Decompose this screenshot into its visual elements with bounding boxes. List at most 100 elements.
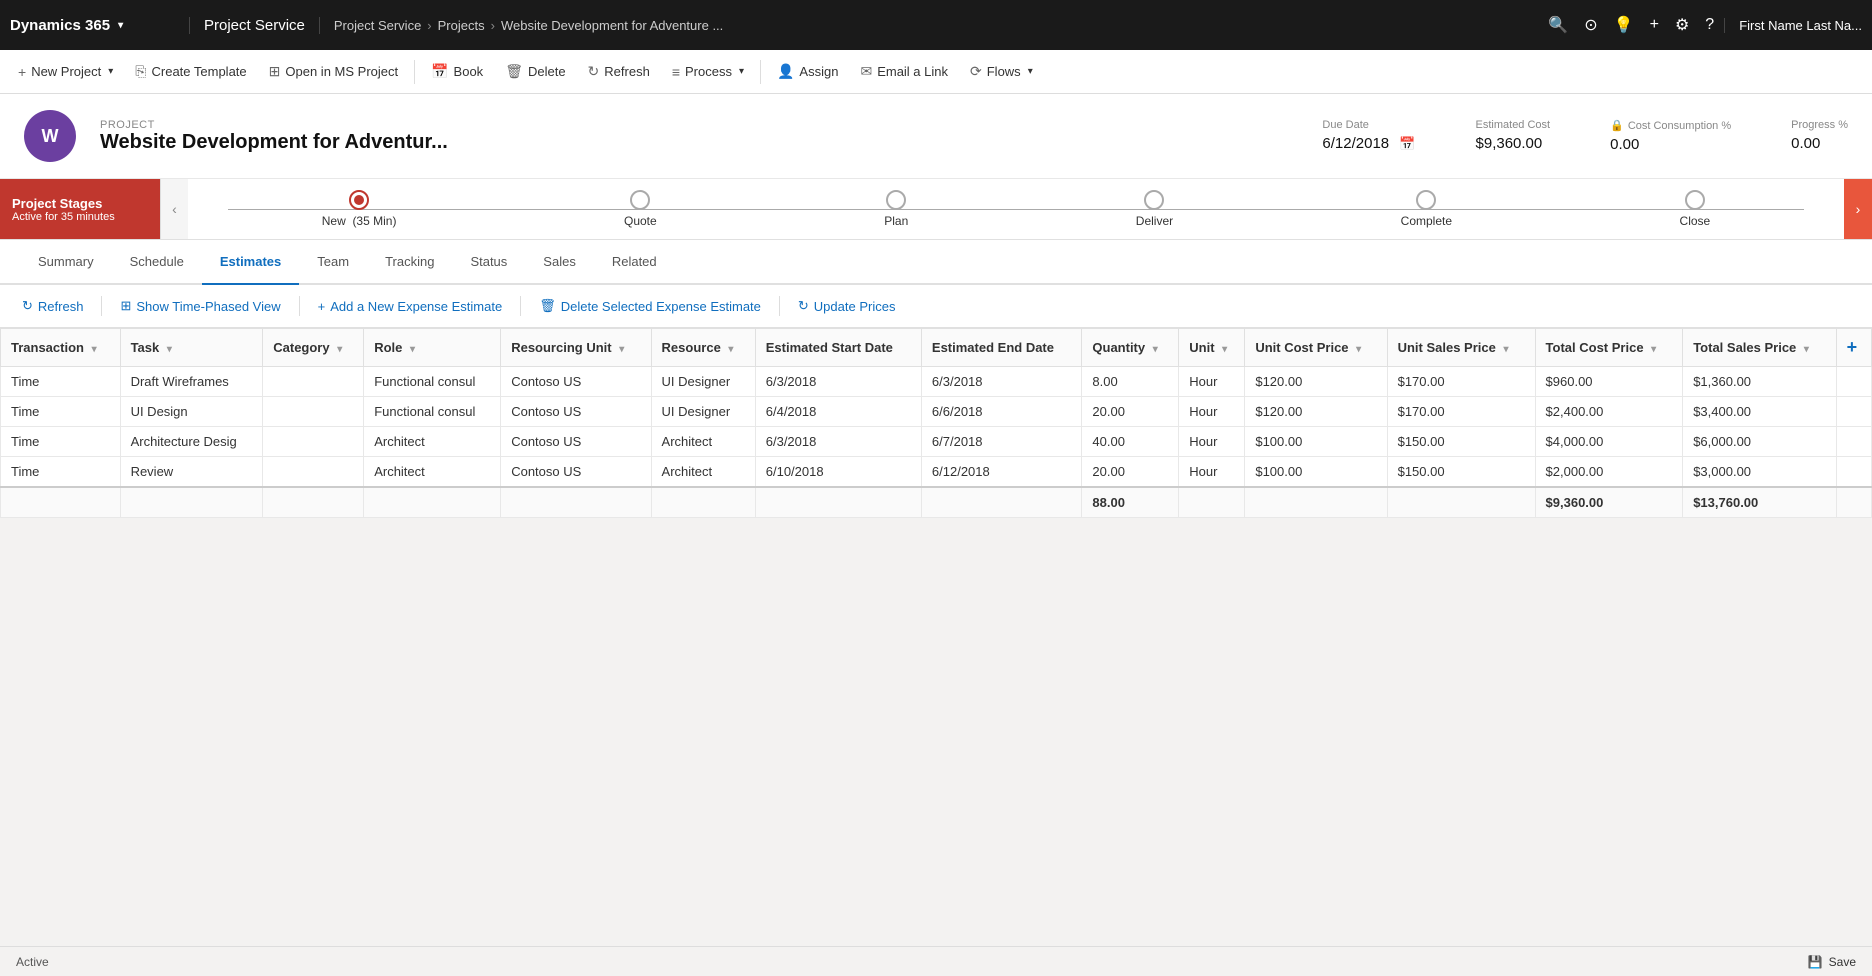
delete-expense-button[interactable]: 🗑 Delete Selected Expense Estimate bbox=[529, 293, 771, 319]
col-header-quantity[interactable]: Quantity ▾ bbox=[1082, 329, 1179, 367]
col-header-category[interactable]: Category ▾ bbox=[263, 329, 364, 367]
app-title-caret[interactable]: ▾ bbox=[118, 20, 123, 31]
show-time-phased-icon: ⊞ bbox=[120, 298, 131, 314]
email-link-button[interactable]: ✉ Email a Link bbox=[850, 57, 958, 86]
settings-icon[interactable]: ⚙ bbox=[1675, 15, 1689, 35]
total-unit bbox=[1179, 487, 1245, 518]
cell-transaction: Time bbox=[1, 457, 121, 488]
save-button[interactable]: 💾 Save bbox=[1808, 955, 1856, 969]
table-row[interactable]: TimeReviewArchitectContoso USArchitect6/… bbox=[1, 457, 1872, 488]
show-time-phased-button[interactable]: ⊞ Show Time-Phased View bbox=[110, 293, 290, 319]
stage-item-new[interactable]: New (35 Min) bbox=[322, 190, 397, 228]
col-header-total-cost[interactable]: Total Cost Price ▾ bbox=[1535, 329, 1683, 367]
process-caret: ▾ bbox=[739, 66, 744, 77]
cell-category bbox=[263, 457, 364, 488]
tab-team[interactable]: Team bbox=[299, 240, 367, 285]
cell-total-sales: $6,000.00 bbox=[1683, 427, 1836, 457]
col-header-total-sales[interactable]: Total Sales Price ▾ bbox=[1683, 329, 1836, 367]
col-header-resourcing-unit[interactable]: Resourcing Unit ▾ bbox=[501, 329, 651, 367]
progress-label: Progress % bbox=[1791, 119, 1848, 131]
delete-button[interactable]: 🗑 Delete bbox=[495, 57, 575, 86]
cell-add bbox=[1836, 397, 1871, 427]
flows-button[interactable]: ⟳ Flows ▾ bbox=[960, 57, 1043, 86]
breadcrumb: Project Service › Projects › Website Dev… bbox=[320, 18, 1548, 33]
col-header-est-end[interactable]: Estimated End Date bbox=[921, 329, 1081, 367]
progress-field: Progress % 0.00 bbox=[1791, 119, 1848, 153]
status-bar: Active 💾 Save bbox=[0, 946, 1872, 976]
cell-est-end: 6/3/2018 bbox=[921, 367, 1081, 397]
cell-transaction: Time bbox=[1, 427, 121, 457]
col-header-unit-sales[interactable]: Unit Sales Price ▾ bbox=[1387, 329, 1535, 367]
cell-quantity: 8.00 bbox=[1082, 367, 1179, 397]
stage-nav-right-button[interactable]: › bbox=[1844, 179, 1872, 239]
tab-sales[interactable]: Sales bbox=[525, 240, 594, 285]
add-expense-button[interactable]: + Add a New Expense Estimate bbox=[308, 294, 513, 319]
tab-related[interactable]: Related bbox=[594, 240, 675, 285]
new-project-label: New Project bbox=[31, 64, 101, 79]
calendar-icon[interactable]: 📅 bbox=[1399, 136, 1415, 151]
create-template-button[interactable]: ⎘ Create Template bbox=[125, 57, 256, 86]
stage-item-close[interactable]: Close bbox=[1680, 190, 1711, 228]
cell-unit-cost: $100.00 bbox=[1245, 427, 1387, 457]
col-header-est-start[interactable]: Estimated Start Date bbox=[755, 329, 921, 367]
cell-unit-cost: $120.00 bbox=[1245, 367, 1387, 397]
estimates-refresh-button[interactable]: ↻ Refresh bbox=[12, 293, 93, 319]
stage-label-deliver: Deliver bbox=[1136, 214, 1173, 228]
user-name[interactable]: First Name Last Na... bbox=[1724, 18, 1862, 33]
update-prices-button[interactable]: ↻ Update Prices bbox=[788, 293, 906, 319]
col-header-resource[interactable]: Resource ▾ bbox=[651, 329, 755, 367]
cell-quantity: 20.00 bbox=[1082, 457, 1179, 488]
refresh-button[interactable]: ↻ Refresh bbox=[578, 57, 660, 86]
table-row[interactable]: TimeDraft WireframesFunctional consulCon… bbox=[1, 367, 1872, 397]
col-header-add-column[interactable]: + bbox=[1836, 329, 1871, 367]
tab-status[interactable]: Status bbox=[452, 240, 525, 285]
stage-nav-left-button[interactable]: ‹ bbox=[160, 179, 188, 239]
tab-estimates[interactable]: Estimates bbox=[202, 240, 299, 285]
breadcrumb-item-3[interactable]: Website Development for Adventure ... bbox=[501, 18, 723, 33]
open-ms-project-button[interactable]: ⊞ Open in MS Project bbox=[259, 57, 408, 86]
stage-item-quote[interactable]: Quote bbox=[624, 190, 657, 228]
question-icon[interactable]: ? bbox=[1705, 16, 1714, 34]
col-header-transaction[interactable]: Transaction ▾ bbox=[1, 329, 121, 367]
recent-icon[interactable]: ⊙ bbox=[1584, 15, 1597, 35]
add-icon[interactable]: + bbox=[1650, 16, 1659, 34]
search-icon[interactable]: 🔍 bbox=[1548, 15, 1568, 35]
breadcrumb-item-1[interactable]: Project Service bbox=[334, 18, 421, 33]
new-project-caret[interactable]: ▾ bbox=[108, 66, 113, 77]
book-button[interactable]: 📅 Book bbox=[421, 57, 493, 86]
due-date-value[interactable]: 6/12/2018 📅 bbox=[1322, 135, 1415, 152]
total-transaction bbox=[1, 487, 121, 518]
breadcrumb-item-2[interactable]: Projects bbox=[438, 18, 485, 33]
col-header-unit-cost[interactable]: Unit Cost Price ▾ bbox=[1245, 329, 1387, 367]
tab-tracking[interactable]: Tracking bbox=[367, 240, 452, 285]
estimates-section: ↻ Refresh ⊞ Show Time-Phased View + Add … bbox=[0, 285, 1872, 518]
col-header-task[interactable]: Task ▾ bbox=[120, 329, 263, 367]
col-header-role[interactable]: Role ▾ bbox=[364, 329, 501, 367]
col-header-unit[interactable]: Unit ▾ bbox=[1179, 329, 1245, 367]
update-prices-label: Update Prices bbox=[814, 299, 896, 314]
sort-unit-sales-icon: ▾ bbox=[1503, 344, 1508, 355]
due-date-field: Due Date 6/12/2018 📅 bbox=[1322, 119, 1415, 153]
new-project-button[interactable]: + New Project ▾ bbox=[8, 58, 123, 86]
assign-button[interactable]: 👤 Assign bbox=[767, 57, 848, 86]
stage-item-complete[interactable]: Complete bbox=[1401, 190, 1452, 228]
table-row[interactable]: TimeArchitecture DesigArchitectContoso U… bbox=[1, 427, 1872, 457]
app-title-area[interactable]: Dynamics 365 ▾ bbox=[10, 17, 190, 34]
stage-item-plan[interactable]: Plan bbox=[884, 190, 908, 228]
open-ms-project-label: Open in MS Project bbox=[285, 64, 398, 79]
tab-summary[interactable]: Summary bbox=[20, 240, 112, 285]
cell-add bbox=[1836, 427, 1871, 457]
cell-est-end: 6/12/2018 bbox=[921, 457, 1081, 488]
stages-track: New (35 Min) Quote Plan Deliver Complete… bbox=[188, 179, 1844, 239]
stage-item-deliver[interactable]: Deliver bbox=[1136, 190, 1173, 228]
table-row[interactable]: TimeUI DesignFunctional consulContoso US… bbox=[1, 397, 1872, 427]
total-role bbox=[364, 487, 501, 518]
stage-panel-status: Active for 35 minutes bbox=[12, 211, 148, 223]
cell-category bbox=[263, 427, 364, 457]
help-lightbulb-icon[interactable]: 💡 bbox=[1614, 15, 1634, 35]
cell-resource: Architect bbox=[651, 457, 755, 488]
estimated-cost-value: $9,360.00 bbox=[1476, 135, 1551, 152]
process-button[interactable]: ≡ Process ▾ bbox=[662, 58, 754, 86]
add-column-icon[interactable]: + bbox=[1847, 337, 1858, 357]
tab-schedule[interactable]: Schedule bbox=[112, 240, 202, 285]
